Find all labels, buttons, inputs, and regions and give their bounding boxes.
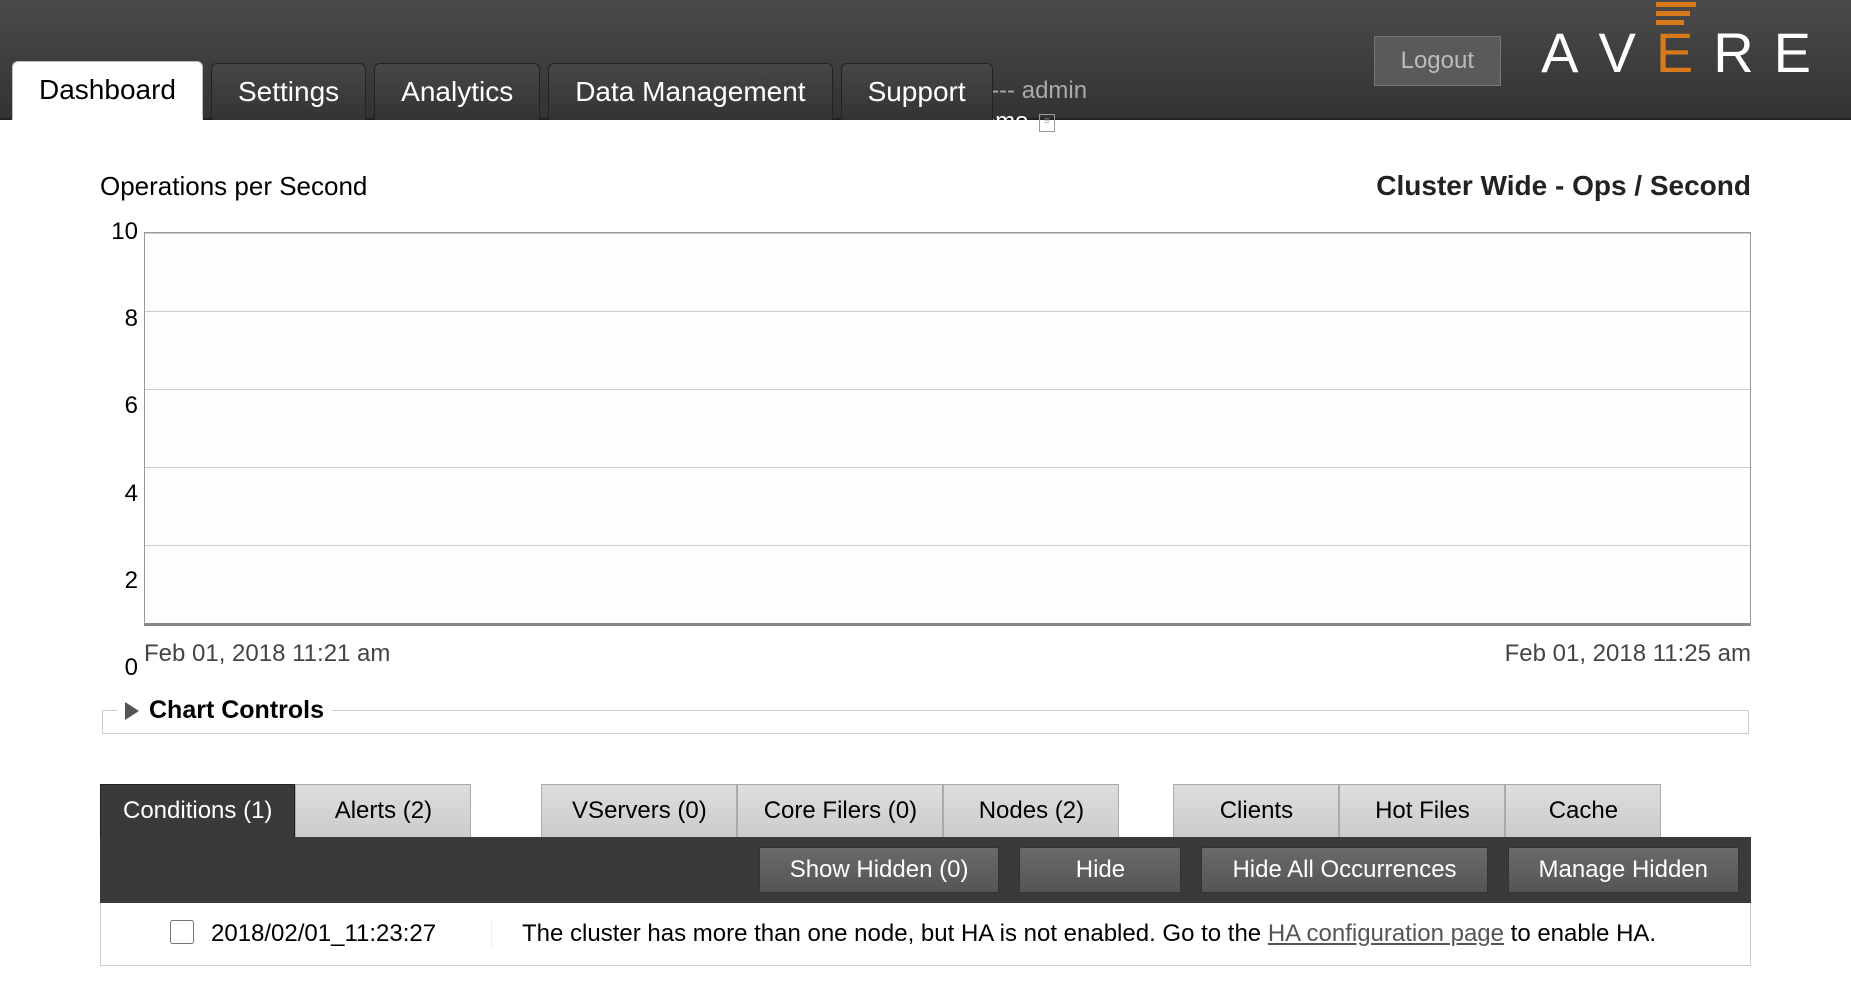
chart-header: Operations per Second Cluster Wide - Ops… bbox=[100, 170, 1751, 202]
show-hidden-button[interactable]: Show Hidden (0) bbox=[759, 847, 1000, 893]
ytick-10: 10 bbox=[111, 218, 138, 246]
condition-checkbox[interactable] bbox=[170, 920, 194, 944]
logout-button[interactable]: Logout bbox=[1374, 36, 1501, 86]
tab-support[interactable]: Support bbox=[841, 63, 993, 120]
condition-msg-prefix: The cluster has more than one node, but … bbox=[522, 920, 1268, 947]
logo-letter-e2: E bbox=[1774, 20, 1811, 85]
condition-msg-suffix: to enable HA. bbox=[1504, 920, 1656, 947]
logo-letter-v: V bbox=[1598, 20, 1635, 85]
tab-nodes[interactable]: Nodes (2) bbox=[943, 784, 1119, 837]
lower-panel: Conditions (1) Alerts (2) VServers (0) C… bbox=[100, 784, 1751, 966]
ytick-6: 6 bbox=[125, 392, 138, 420]
primary-nav-tabs: Dashboard Settings Analytics Data Manage… bbox=[12, 61, 993, 120]
condition-row: 2018/02/01_11:23:27 The cluster has more… bbox=[101, 903, 1750, 965]
tab-core-filers[interactable]: Core Filers (0) bbox=[737, 784, 943, 837]
condition-message: The cluster has more than one node, but … bbox=[492, 920, 1738, 948]
conditions-table: 2018/02/01_11:23:27 The cluster has more… bbox=[100, 903, 1751, 966]
chart-controls-panel: Chart Controls bbox=[102, 696, 1749, 734]
xtick-end: Feb 01, 2018 11:25 am bbox=[1505, 640, 1751, 668]
ytick-4: 4 bbox=[125, 480, 138, 508]
manage-hidden-button[interactable]: Manage Hidden bbox=[1508, 847, 1739, 893]
document-icon: ≡ bbox=[1039, 114, 1055, 132]
hide-button[interactable]: Hide bbox=[1019, 847, 1181, 893]
logo-accent-bars bbox=[1656, 2, 1693, 25]
tab-conditions[interactable]: Conditions (1) bbox=[100, 784, 295, 837]
tab-vservers[interactable]: VServers (0) bbox=[541, 784, 737, 837]
ytick-8: 8 bbox=[125, 305, 138, 333]
chart-right-title: Cluster Wide - Ops / Second bbox=[1376, 170, 1751, 202]
hide-all-occurrences-button[interactable]: Hide All Occurrences bbox=[1201, 847, 1487, 893]
xtick-start: Feb 01, 2018 11:21 am bbox=[144, 640, 390, 668]
condition-timestamp: 2018/02/01_11:23:27 bbox=[211, 920, 492, 948]
tab-analytics[interactable]: Analytics bbox=[374, 63, 540, 120]
tab-clients[interactable]: Clients bbox=[1173, 784, 1339, 837]
conditions-toolbar: Show Hidden (0) Hide Hide All Occurrence… bbox=[100, 837, 1751, 903]
chart-left-title: Operations per Second bbox=[100, 171, 367, 202]
brand-logo: A V E R E bbox=[1541, 20, 1811, 85]
chart-controls-toggle[interactable]: Chart Controls bbox=[117, 696, 332, 725]
tab-data-management[interactable]: Data Management bbox=[548, 63, 832, 120]
tab-cache[interactable]: Cache bbox=[1505, 784, 1661, 837]
chevron-right-icon bbox=[125, 702, 139, 720]
tab-dashboard[interactable]: Dashboard bbox=[12, 61, 203, 120]
chart-plot[interactable] bbox=[144, 232, 1751, 626]
lower-tab-bar: Conditions (1) Alerts (2) VServers (0) C… bbox=[100, 784, 1751, 837]
x-axis: Feb 01, 2018 11:21 am Feb 01, 2018 11:25… bbox=[144, 640, 1751, 668]
ytick-2: 2 bbox=[125, 567, 138, 595]
page-content: Operations per Second Cluster Wide - Ops… bbox=[0, 120, 1851, 1006]
logo-letter-a: A bbox=[1541, 20, 1578, 85]
tab-hot-files[interactable]: Hot Files bbox=[1339, 784, 1505, 837]
logo-letter-r: R bbox=[1713, 20, 1753, 85]
chart-area: 10 8 6 4 2 0 Feb 01, 2018 11:21 am Feb 0… bbox=[144, 232, 1751, 668]
tab-alerts[interactable]: Alerts (2) bbox=[295, 784, 471, 837]
chart-controls-label: Chart Controls bbox=[149, 696, 324, 725]
app-header: Logout A V E R E V4.8.2.2 --- admin Setu… bbox=[0, 0, 1851, 120]
logo-letter-e: E bbox=[1656, 20, 1693, 85]
ha-config-link[interactable]: HA configuration page bbox=[1268, 920, 1504, 947]
ytick-0: 0 bbox=[125, 654, 138, 682]
tab-settings[interactable]: Settings bbox=[211, 63, 366, 120]
y-axis: 10 8 6 4 2 0 bbox=[88, 232, 138, 668]
